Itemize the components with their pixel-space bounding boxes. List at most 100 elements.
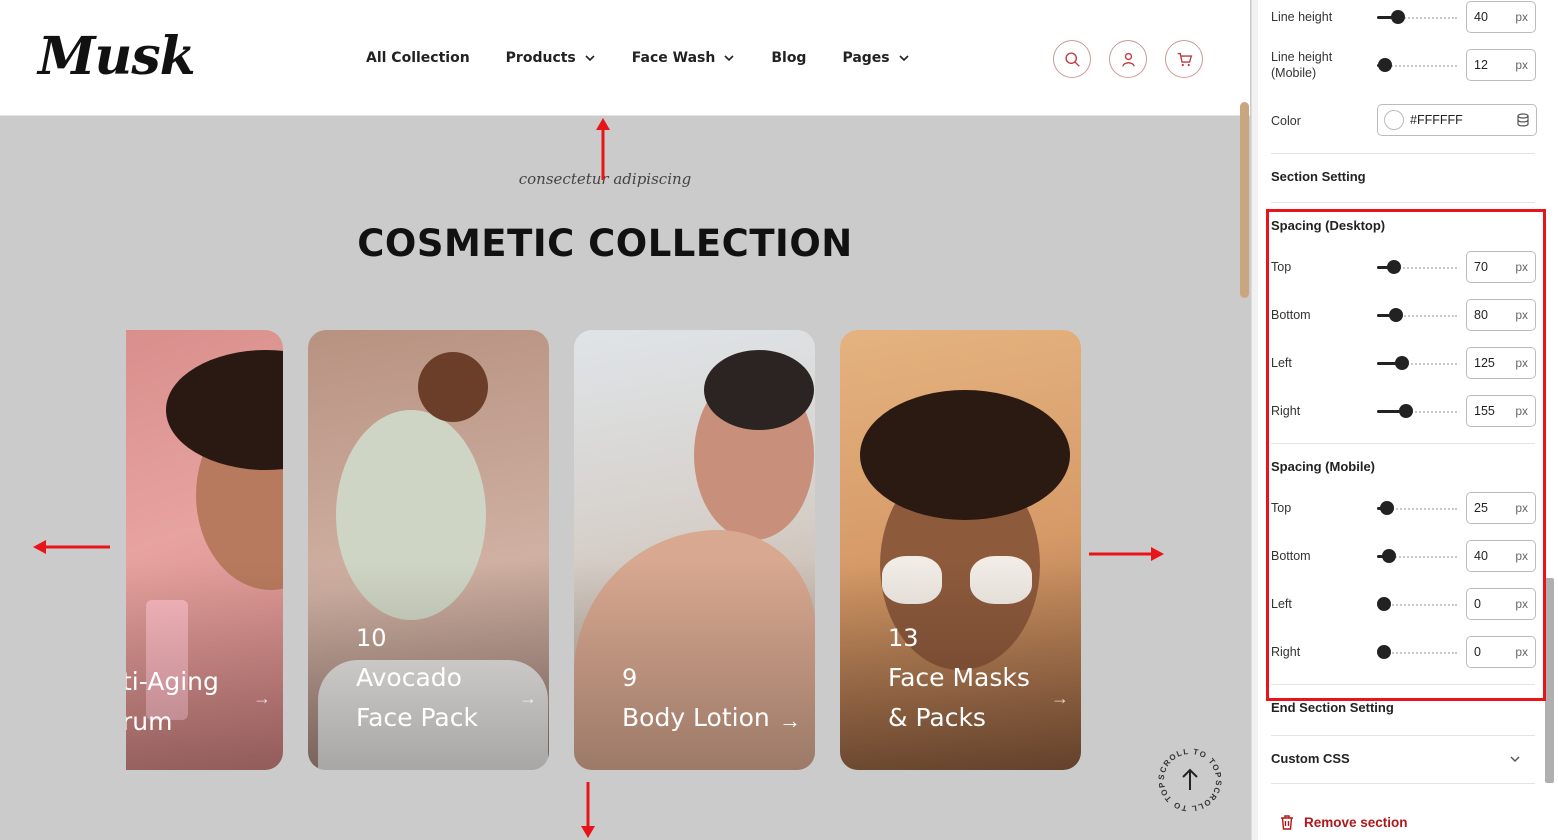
section-setting-heading: Section Setting xyxy=(1271,169,1366,184)
database-icon[interactable] xyxy=(1516,113,1530,127)
card-title-line2: Face Pack xyxy=(356,703,478,732)
spacing-mobile-top-input[interactable]: 25 px xyxy=(1466,492,1536,524)
main-nav: All Collection Products Face Wash Blog P… xyxy=(366,50,910,66)
spacing-desktop-right-input[interactable]: 155 px xyxy=(1466,395,1536,427)
divider xyxy=(1271,202,1535,203)
scroll-to-top-button[interactable]: SCROLL TO TOP SCROLL TO TOP xyxy=(1155,745,1225,815)
nav-label: Blog xyxy=(771,50,807,66)
search-button[interactable] xyxy=(1053,40,1091,78)
nav-face-wash[interactable]: Face Wash xyxy=(632,50,736,66)
collection-card[interactable]: 10 Avocado Face Pack → xyxy=(308,330,549,770)
bottom-label: Bottom xyxy=(1271,308,1311,322)
logo[interactable]: Musk xyxy=(38,26,196,87)
sidebar-scrollbar[interactable] xyxy=(1545,578,1554,783)
unit-label: px xyxy=(1515,260,1528,274)
spacing-mobile-heading: Spacing (Mobile) xyxy=(1271,459,1375,474)
custom-css-label: Custom CSS xyxy=(1271,751,1350,766)
spacing-desktop-heading: Spacing (Desktop) xyxy=(1271,218,1386,233)
custom-css-toggle[interactable]: Custom CSS xyxy=(1271,751,1535,766)
collection-card[interactable]: 13 Face Masks & Packs → xyxy=(840,330,1081,770)
line-height-mobile-slider[interactable] xyxy=(1377,57,1457,73)
remove-section-button[interactable]: Remove section xyxy=(1280,815,1408,830)
arrow-right-icon: → xyxy=(1051,688,1069,708)
chevron-down-icon xyxy=(1510,755,1520,762)
spacing-desktop-top-input[interactable]: 70 px xyxy=(1466,251,1536,283)
divider xyxy=(1271,443,1535,444)
search-icon xyxy=(1064,51,1080,67)
collection-card[interactable]: 9 Body Lotion → xyxy=(574,330,815,770)
unit-label: px xyxy=(1515,645,1528,659)
value: 25 xyxy=(1474,501,1488,515)
line-height-mobile-label: Line height (Mobile) xyxy=(1271,50,1333,80)
card-shade xyxy=(574,560,815,770)
divider xyxy=(1271,783,1535,784)
card-photo-hair xyxy=(418,352,488,422)
unit-label: px xyxy=(1515,549,1528,563)
spacing-mobile-left-input[interactable]: 0 px xyxy=(1466,588,1536,620)
arrow-right-icon: → xyxy=(253,688,271,708)
unit-label: px xyxy=(1515,404,1528,418)
spacing-desktop-left-slider[interactable] xyxy=(1377,355,1457,371)
color-value: #FFFFFF xyxy=(1410,113,1463,127)
card-count: 13 xyxy=(888,624,919,652)
nav-all-collection[interactable]: All Collection xyxy=(366,50,470,66)
card-title-line2: Body Lotion xyxy=(622,703,770,732)
chevron-down-icon xyxy=(585,55,595,62)
card-count: 9 xyxy=(622,664,638,692)
spacing-mobile-top-slider[interactable] xyxy=(1377,500,1457,516)
remove-section-label: Remove section xyxy=(1304,815,1408,830)
annotation-arrow-down xyxy=(581,782,595,838)
site-preview: Musk All Collection Products Face Wash B… xyxy=(0,0,1252,840)
line-height-mobile-input[interactable]: 12 px xyxy=(1466,49,1536,81)
nav-blog[interactable]: Blog xyxy=(771,50,806,66)
value: 70 xyxy=(1474,260,1488,274)
value: 125 xyxy=(1474,356,1495,370)
account-button[interactable] xyxy=(1109,40,1147,78)
divider xyxy=(1271,735,1535,736)
collection-card[interactable]: ti-Aging rum → xyxy=(126,330,283,770)
arrow-right-icon: → xyxy=(779,708,801,733)
top-label: Top xyxy=(1271,260,1292,274)
arrow-right-icon: → xyxy=(519,688,537,708)
unit-label: px xyxy=(1515,501,1528,515)
line-height-slider[interactable] xyxy=(1377,9,1457,25)
color-picker[interactable]: #FFFFFF xyxy=(1377,104,1537,136)
card-title-line1: Avocado xyxy=(356,663,462,692)
right-label: Right xyxy=(1271,645,1301,659)
spacing-desktop-bottom-input[interactable]: 80 px xyxy=(1466,299,1536,331)
left-label: Left xyxy=(1271,356,1292,370)
nav-pages[interactable]: Pages xyxy=(842,50,909,66)
cart-icon xyxy=(1177,52,1192,66)
spacing-mobile-bottom-slider[interactable] xyxy=(1377,548,1457,564)
divider xyxy=(1271,153,1535,154)
spacing-desktop-left-input[interactable]: 125 px xyxy=(1466,347,1536,379)
spacing-mobile-bottom-input[interactable]: 40 px xyxy=(1466,540,1536,572)
spacing-mobile-right-slider[interactable] xyxy=(1377,644,1457,660)
spacing-desktop-right-slider[interactable] xyxy=(1377,403,1457,419)
spacing-desktop-top-slider[interactable] xyxy=(1377,259,1457,275)
nav-label: Face Wash xyxy=(631,50,716,66)
value: 80 xyxy=(1474,308,1488,322)
end-section-setting-heading: End Section Setting xyxy=(1271,700,1394,715)
nav-products[interactable]: Products xyxy=(506,50,596,66)
cart-button[interactable] xyxy=(1165,40,1203,78)
line-height-input[interactable]: 40 px xyxy=(1466,1,1536,33)
top-label: Top xyxy=(1271,501,1292,515)
spacing-mobile-left-slider[interactable] xyxy=(1377,596,1457,612)
settings-sidebar: Line height 40 px Line height (Mobile) 1… xyxy=(1258,0,1558,840)
preview-scrollbar[interactable] xyxy=(1240,102,1249,298)
line-height-value: 40 xyxy=(1474,10,1488,24)
nav-label: All Collection xyxy=(366,50,470,66)
spacing-mobile-right-input[interactable]: 0 px xyxy=(1466,636,1536,668)
arrow-up-icon xyxy=(1182,768,1198,790)
annotation-arrow-right xyxy=(1089,547,1164,561)
annotation-arrow-up xyxy=(596,118,610,180)
user-icon xyxy=(1121,52,1135,67)
card-photo-hair xyxy=(704,350,814,430)
color-swatch[interactable] xyxy=(1384,110,1404,130)
value: 0 xyxy=(1474,597,1481,611)
value: 155 xyxy=(1474,404,1495,418)
section-title: COSMETIC COLLECTION xyxy=(357,222,853,265)
spacing-desktop-bottom-slider[interactable] xyxy=(1377,307,1457,323)
unit-label: px xyxy=(1515,10,1528,24)
